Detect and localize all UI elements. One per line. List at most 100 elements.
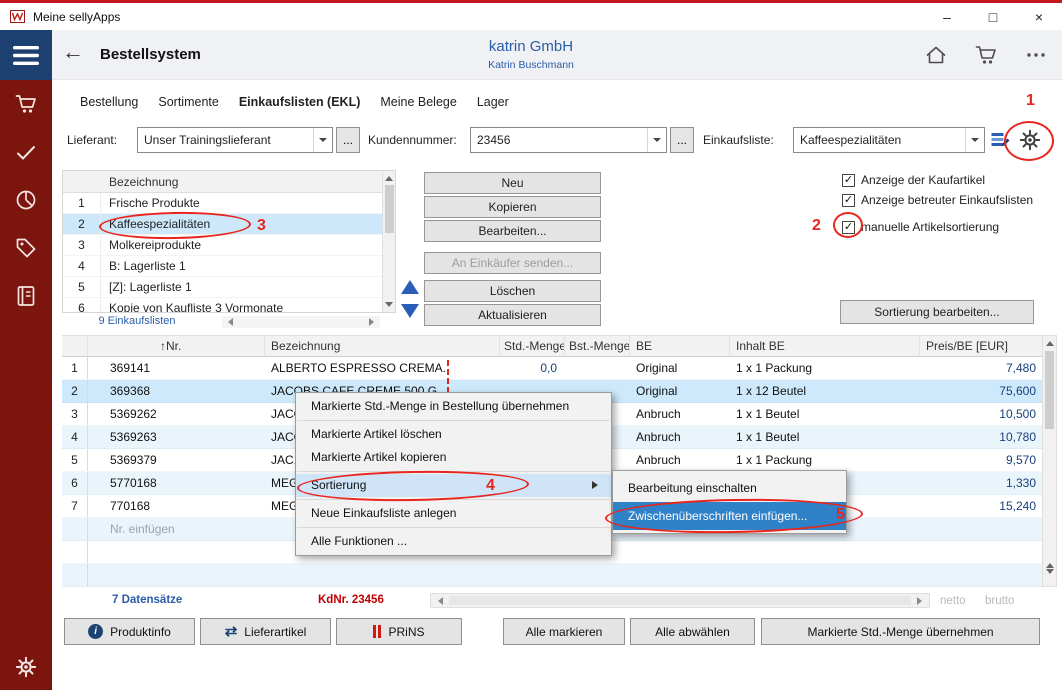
tab-sortimente[interactable]: Sortimente: [158, 95, 218, 109]
scroll-up-icon[interactable]: [1043, 336, 1056, 349]
menu-item-neue-einkaufsliste-anlegen[interactable]: Neue Einkaufsliste anlegen: [296, 502, 611, 525]
list-horizontal-scrollbar[interactable]: [222, 316, 380, 328]
context-submenu: Bearbeitung einschaltenZwischenüberschri…: [612, 470, 847, 534]
table-row-369141[interactable]: 1369141ALBERTO ESPRESSO CREMA..0,0Origin…: [62, 357, 1042, 380]
kundennummer-more-button[interactable]: ...: [670, 127, 694, 153]
sortierung-bearbeiten-button[interactable]: Sortierung bearbeiten...: [840, 300, 1034, 324]
settings-gear-icon[interactable]: [1018, 128, 1042, 152]
table-row-empty-9[interactable]: [62, 564, 1042, 587]
scroll-left-icon[interactable]: [434, 597, 443, 605]
cell-nr: 770168: [88, 495, 265, 517]
row-number: 2: [63, 214, 101, 234]
minimize-button[interactable]: –: [924, 3, 970, 30]
scroll-right-icon[interactable]: [369, 318, 378, 326]
scroll-up-icon[interactable]: [383, 171, 395, 184]
prins-button[interactable]: PRiNS: [336, 618, 462, 645]
sidebar-settings-icon[interactable]: [14, 655, 38, 679]
alle-abwählen-button[interactable]: Alle abwählen: [630, 618, 755, 645]
checkbox-box[interactable]: ✓: [842, 194, 855, 207]
move-down-button[interactable]: [401, 304, 419, 318]
header-std-menge[interactable]: Std.-Menge: [500, 336, 565, 357]
sidebar-check-icon[interactable]: [14, 140, 38, 164]
kundennummer-dropdown[interactable]: 23456: [470, 127, 667, 153]
lieferartikel-button[interactable]: ⇄Lieferartikel: [200, 618, 331, 645]
ekl-row-b-lagerliste-1[interactable]: 4B: Lagerliste 1: [63, 256, 395, 277]
sidebar-book-icon[interactable]: [14, 284, 38, 308]
tab-lager[interactable]: Lager: [477, 95, 509, 109]
more-options-icon[interactable]: [1024, 43, 1048, 67]
header-bst-menge[interactable]: Bst.-Menge: [565, 336, 630, 357]
bearbeiten-button[interactable]: Bearbeiten...: [424, 220, 601, 242]
ekl-row-kaffeespezialitäten[interactable]: 2Kaffeespezialitäten: [63, 214, 395, 235]
cell-num: 5: [62, 449, 88, 471]
submenu-item-zwischenüberschriften-einfügen[interactable]: Zwischenüberschriften einfügen...: [613, 502, 846, 530]
scroll-down-icon[interactable]: [383, 299, 395, 312]
header-bezeichnung[interactable]: Bezeichnung: [265, 336, 500, 357]
cell-be: [630, 564, 730, 586]
checkbox-anzeige-der-kaufartikel[interactable]: ✓ Anzeige der Kaufartikel: [842, 172, 985, 188]
menu-item-sortierung[interactable]: Sortierung: [296, 474, 611, 497]
chevron-down-icon[interactable]: [647, 128, 666, 152]
tab-bestellung[interactable]: Bestellung: [80, 95, 138, 109]
table-scrollbar[interactable]: [1042, 335, 1057, 587]
table-horizontal-scrollbar[interactable]: [430, 593, 930, 608]
checkbox-box[interactable]: ✓: [842, 221, 855, 234]
home-icon[interactable]: [924, 43, 948, 67]
netto-toggle[interactable]: netto: [940, 595, 966, 607]
menu-item-markierte-artikel-löschen[interactable]: Markierte Artikel löschen: [296, 423, 611, 446]
maximize-button[interactable]: □: [970, 3, 1016, 30]
an-einkäufer-senden-button[interactable]: An Einkäufer senden...: [424, 252, 601, 274]
chevron-down-icon[interactable]: [313, 128, 332, 152]
back-button[interactable]: ←: [62, 39, 84, 65]
ekl-row-kopie-von-kaufliste-3-vormonate[interactable]: 6Kopie von Kaufliste 3 Vormonate: [63, 298, 395, 313]
scroll-right-icon[interactable]: [917, 597, 926, 605]
checkbox-label: Anzeige der Kaufartikel: [861, 173, 985, 187]
checkbox-manuelle-artikelsortierung[interactable]: ✓manuelle Artikelsortierung: [842, 219, 999, 235]
scrollbar-thumb[interactable]: [385, 185, 394, 233]
header-preis[interactable]: Preis/BE [EUR]: [920, 336, 1042, 357]
menu-item-markierte-std-menge-in-bestellung-übernehmen[interactable]: Markierte Std.-Menge in Bestellung übern…: [296, 395, 611, 418]
brutto-toggle[interactable]: brutto: [985, 595, 1014, 607]
menu-item-alle-funktionen[interactable]: Alle Funktionen ...: [296, 530, 611, 553]
ekl-row-molkereiprodukte[interactable]: 3Molkereiprodukte: [63, 235, 395, 256]
button-label: Alle markieren: [526, 625, 603, 639]
neu-button[interactable]: Neu: [424, 172, 601, 194]
chevron-down-icon[interactable]: [965, 128, 984, 152]
aktualisieren-button[interactable]: Aktualisieren: [424, 304, 601, 326]
sidebar-tag-icon[interactable]: [14, 236, 38, 260]
submenu-item-bearbeitung-einschalten[interactable]: Bearbeitung einschalten: [613, 474, 846, 502]
header-be[interactable]: BE: [630, 336, 730, 357]
produktinfo-button[interactable]: iProduktinfo: [64, 618, 195, 645]
header-nr[interactable]: ↑Nr.: [88, 336, 265, 357]
close-button[interactable]: ×: [1016, 3, 1062, 30]
lieferant-dropdown[interactable]: Unser Trainingslieferant: [137, 127, 333, 153]
sidebar-cart-icon[interactable]: [14, 92, 38, 116]
tab-einkaufslisten-ekl[interactable]: Einkaufslisten (EKL): [239, 95, 361, 109]
ekl-row-frische-produkte[interactable]: 1Frische Produkte: [63, 193, 395, 214]
ekl-row-z-lagerliste-1[interactable]: 5[Z]: Lagerliste 1: [63, 277, 395, 298]
scrollbar-thumb[interactable]: [1045, 351, 1054, 429]
checkbox-box[interactable]: ✓: [842, 174, 855, 187]
sidebar-piechart-icon[interactable]: [14, 188, 38, 212]
menu-item-markierte-artikel-kopieren[interactable]: Markierte Artikel kopieren: [296, 446, 611, 469]
edit-list-icon[interactable]: [990, 130, 1010, 150]
scrollbar-thumb[interactable]: [449, 596, 911, 605]
cart-icon[interactable]: [974, 43, 998, 67]
list-scrollbar[interactable]: [382, 171, 395, 312]
hamburger-menu-button[interactable]: [0, 30, 52, 80]
checkbox-anzeige-betreuter-einkaufslisten[interactable]: ✓Anzeige betreuter Einkaufslisten: [842, 192, 1033, 208]
markierte-std-menge-übernehmen-button[interactable]: Markierte Std.-Menge übernehmen: [761, 618, 1040, 645]
move-up-button[interactable]: [401, 280, 419, 294]
einkaufsliste-dropdown[interactable]: Kaffeespezialitäten: [793, 127, 985, 153]
tab-meine-belege[interactable]: Meine Belege: [380, 95, 456, 109]
transfer-icon: ⇄: [225, 624, 238, 639]
scroll-left-icon[interactable]: [224, 318, 233, 326]
row-number: 1: [63, 193, 101, 213]
cell-be: Original: [630, 380, 730, 402]
alle-markieren-button[interactable]: Alle markieren: [503, 618, 625, 645]
header-inhalt-be[interactable]: Inhalt BE: [730, 336, 920, 357]
löschen-button[interactable]: Löschen: [424, 280, 601, 302]
scroll-sizer-icon[interactable]: [1043, 559, 1056, 578]
lieferant-more-button[interactable]: ...: [336, 127, 360, 153]
kopieren-button[interactable]: Kopieren: [424, 196, 601, 218]
